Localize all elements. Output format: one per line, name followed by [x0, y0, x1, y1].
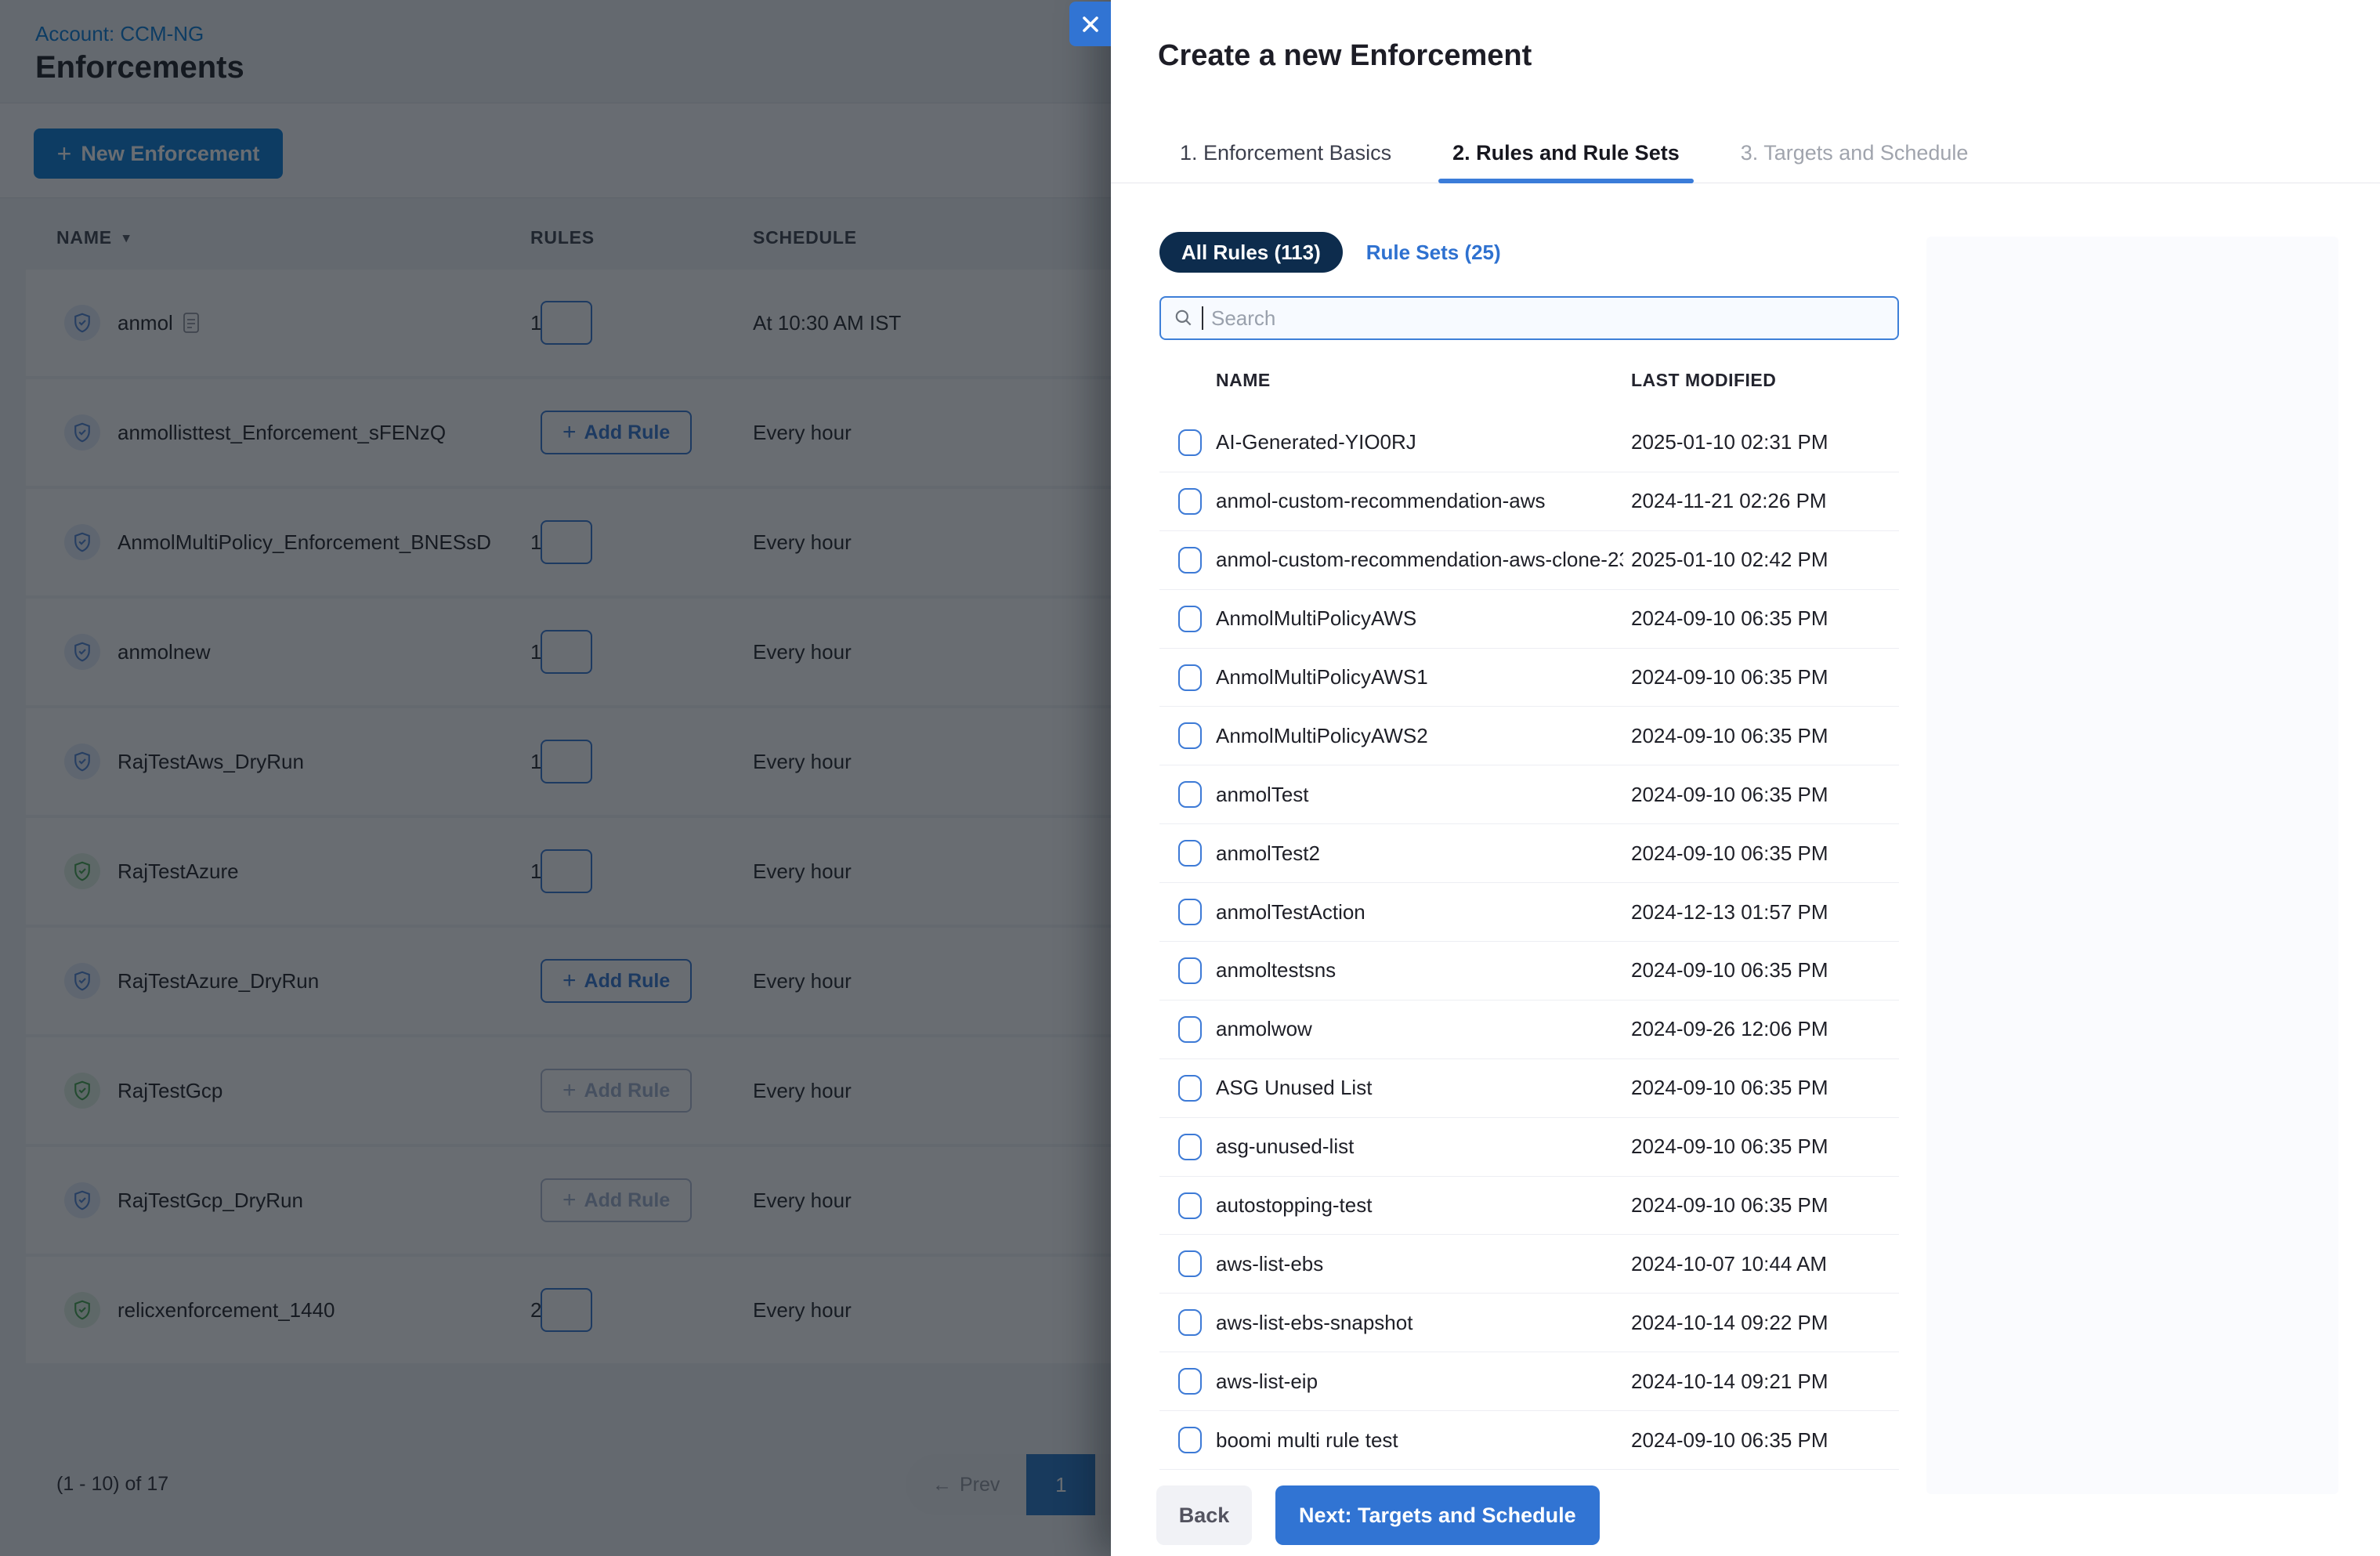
rule-name: asg-unused-list	[1216, 1134, 1355, 1159]
rule-name: anmoltestsns	[1216, 958, 1336, 982]
rule-name: anmolTestAction	[1216, 899, 1365, 924]
rule-list-item[interactable]: anmolTest 2024-09-10 06:35 PM	[1159, 765, 1899, 825]
rule-checkbox[interactable]	[1178, 840, 1202, 867]
rule-checkbox[interactable]	[1178, 722, 1202, 750]
rule-name: AnmolMultiPolicyAWS2	[1216, 723, 1428, 747]
rule-list-item[interactable]: autostopping-test 2024-09-10 06:35 PM	[1159, 1177, 1899, 1236]
next-targets-schedule-button[interactable]: Next: Targets and Schedule	[1275, 1485, 1600, 1545]
rule-name: boomi multi rule test	[1216, 1428, 1398, 1452]
close-icon	[1082, 16, 1098, 32]
rule-last-modified: 2024-09-10 06:35 PM	[1631, 1193, 1828, 1218]
rule-name: anmolTest	[1216, 782, 1309, 806]
rule-last-modified: 2024-09-10 06:35 PM	[1631, 665, 1828, 689]
rules-list: AI-Generated-YIO0RJ 2025-01-10 02:31 PM …	[1159, 414, 1899, 1471]
modal-title: Create a new Enforcement	[1158, 39, 1532, 72]
rule-name: aws-list-ebs	[1216, 1251, 1324, 1276]
rule-checkbox[interactable]	[1178, 781, 1202, 809]
rule-last-modified: 2024-09-10 06:35 PM	[1631, 1134, 1828, 1159]
rule-list-item[interactable]: boomi multi rule test 2024-09-10 06:35 P…	[1159, 1411, 1899, 1471]
rule-last-modified: 2025-01-10 02:31 PM	[1631, 430, 1828, 454]
search-icon	[1175, 309, 1192, 326]
tab-targets-and-schedule[interactable]: 3. Targets and Schedule	[1727, 123, 1983, 183]
rule-name: ASG Unused List	[1216, 1076, 1373, 1100]
screen: Account: CCM-NG Enforcements + New Enfor…	[0, 0, 2380, 1556]
rule-list-item[interactable]: aws-list-eip 2024-10-14 09:21 PM	[1159, 1352, 1899, 1412]
rule-list-item[interactable]: anmolTest2 2024-09-10 06:35 PM	[1159, 824, 1899, 884]
rule-last-modified: 2024-10-14 09:21 PM	[1631, 1369, 1828, 1393]
rule-last-modified: 2024-09-26 12:06 PM	[1631, 1017, 1828, 1041]
tab-rules-and-rule-sets[interactable]: 2. Rules and Rule Sets	[1438, 123, 1694, 183]
rule-name: anmol-custom-recommendation-aws-clone-23…	[1216, 548, 1623, 572]
modal-footer: Back Next: Targets and Schedule	[1156, 1485, 1600, 1545]
rule-name: anmolwow	[1216, 1017, 1312, 1041]
rule-name: anmol-custom-recommendation-aws	[1216, 489, 1546, 513]
rule-checkbox[interactable]	[1178, 1427, 1202, 1454]
tab-enforcement-basics[interactable]: 1. Enforcement Basics	[1166, 123, 1405, 183]
rule-last-modified: 2024-12-13 01:57 PM	[1631, 899, 1828, 924]
rule-last-modified: 2024-09-10 06:35 PM	[1631, 606, 1828, 631]
rule-list-item[interactable]: aws-list-ebs-snapshot 2024-10-14 09:22 P…	[1159, 1294, 1899, 1353]
rule-last-modified: 2024-09-10 06:35 PM	[1631, 1428, 1828, 1452]
rule-last-modified: 2024-09-10 06:35 PM	[1631, 1076, 1828, 1100]
rule-checkbox[interactable]	[1178, 1309, 1202, 1337]
all-rules-filter[interactable]: All Rules (113)	[1159, 232, 1343, 273]
rule-last-modified: 2024-10-07 10:44 AM	[1631, 1251, 1828, 1276]
wizard-tabs: 1. Enforcement Basics 2. Rules and Rule …	[1111, 123, 2380, 183]
rule-name: AnmolMultiPolicyAWS	[1216, 606, 1417, 631]
rule-checkbox[interactable]	[1178, 429, 1202, 456]
rule-name: aws-list-ebs-snapshot	[1216, 1310, 1413, 1334]
rule-last-modified: 2024-09-10 06:35 PM	[1631, 841, 1828, 865]
rule-name: aws-list-eip	[1216, 1369, 1318, 1393]
rule-list-item[interactable]: anmol-custom-recommendation-aws-clone-23…	[1159, 531, 1899, 590]
rule-list-item[interactable]: anmol-custom-recommendation-aws 2024-11-…	[1159, 472, 1899, 531]
rule-checkbox[interactable]	[1178, 546, 1202, 574]
rule-list-item[interactable]: anmolwow 2024-09-26 12:06 PM	[1159, 1001, 1899, 1059]
rules-column-header-name: NAME	[1216, 370, 1271, 390]
rule-last-modified: 2024-09-10 06:35 PM	[1631, 782, 1828, 806]
rule-list-item[interactable]: AnmolMultiPolicyAWS1 2024-09-10 06:35 PM	[1159, 649, 1899, 707]
rule-checkbox[interactable]	[1178, 605, 1202, 632]
rule-list-item[interactable]: anmolTestAction 2024-12-13 01:57 PM	[1159, 883, 1899, 943]
rule-list-item[interactable]: anmoltestsns 2024-09-10 06:35 PM	[1159, 942, 1899, 1001]
rule-checkbox[interactable]	[1178, 1015, 1202, 1043]
rules-column-header-last-modified: LAST MODIFIED	[1631, 370, 1777, 390]
rule-checkbox[interactable]	[1178, 664, 1202, 691]
rule-checkbox[interactable]	[1178, 1074, 1202, 1102]
rule-checkbox[interactable]	[1178, 487, 1202, 515]
rule-list-item[interactable]: AnmolMultiPolicyAWS 2024-09-10 06:35 PM	[1159, 590, 1899, 649]
rule-checkbox[interactable]	[1178, 1192, 1202, 1219]
rule-filters: All Rules (113) Rule Sets (25)	[1159, 232, 1501, 273]
selected-rules-panel	[1926, 237, 2338, 1494]
search-placeholder: Search	[1211, 306, 1276, 330]
rule-sets-filter[interactable]: Rule Sets (25)	[1366, 241, 1501, 265]
rule-name: anmolTest2	[1216, 841, 1320, 865]
create-enforcement-modal: Create a new Enforcement 1. Enforcement …	[1069, 0, 2380, 1556]
rule-name: AnmolMultiPolicyAWS1	[1216, 665, 1428, 689]
rule-list-item[interactable]: asg-unused-list 2024-09-10 06:35 PM	[1159, 1118, 1899, 1177]
rule-last-modified: 2024-10-14 09:22 PM	[1631, 1310, 1828, 1334]
rule-name: AI-Generated-YIO0RJ	[1216, 430, 1416, 454]
rule-last-modified: 2024-09-10 06:35 PM	[1631, 958, 1828, 982]
rule-list-item[interactable]: ASG Unused List 2024-09-10 06:35 PM	[1159, 1059, 1899, 1118]
rule-checkbox[interactable]	[1178, 1368, 1202, 1395]
rule-last-modified: 2024-11-21 02:26 PM	[1631, 489, 1827, 513]
rule-last-modified: 2025-01-10 02:42 PM	[1631, 548, 1828, 572]
rule-name: autostopping-test	[1216, 1193, 1373, 1218]
back-button[interactable]: Back	[1156, 1485, 1252, 1545]
rule-list-item[interactable]: AI-Generated-YIO0RJ 2025-01-10 02:31 PM	[1159, 414, 1899, 472]
rule-checkbox[interactable]	[1178, 1250, 1202, 1278]
rule-checkbox[interactable]	[1178, 957, 1202, 985]
close-button[interactable]	[1069, 2, 1111, 46]
text-cursor	[1202, 306, 1203, 330]
rule-list-item[interactable]: aws-list-ebs 2024-10-07 10:44 AM	[1159, 1235, 1899, 1294]
rule-checkbox[interactable]	[1178, 899, 1202, 926]
rule-last-modified: 2024-09-10 06:35 PM	[1631, 723, 1828, 747]
rule-checkbox[interactable]	[1178, 1133, 1202, 1160]
rule-list-item[interactable]: AnmolMultiPolicyAWS2 2024-09-10 06:35 PM	[1159, 707, 1899, 766]
search-input[interactable]: Search	[1159, 296, 1899, 340]
